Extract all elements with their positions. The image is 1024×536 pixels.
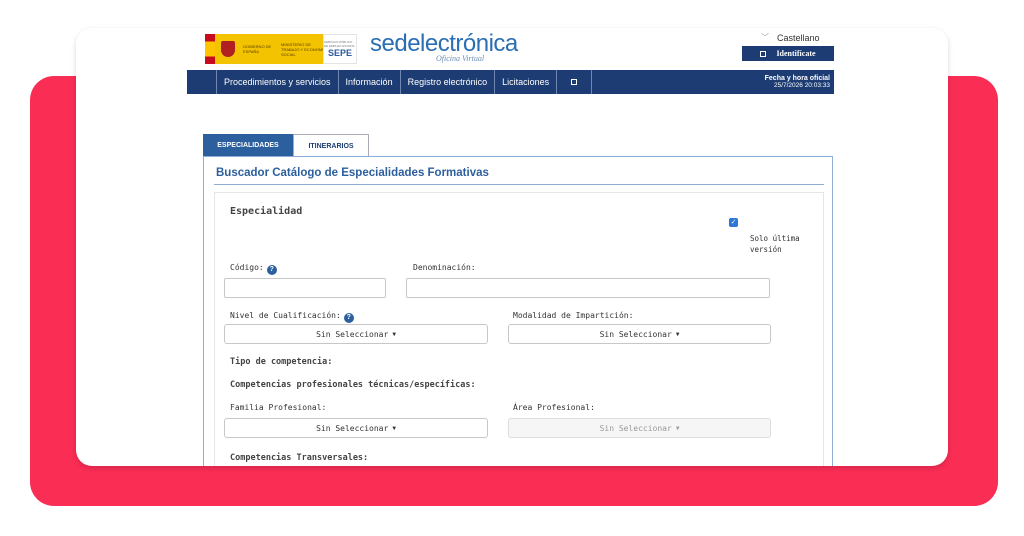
competencias-tecnicas-label: Competencias profesionales técnicas/espe…: [230, 380, 476, 390]
caret-down-icon: ▼: [392, 330, 396, 338]
select-value: Sin Seleccionar: [316, 423, 389, 433]
flag-icon: [205, 34, 215, 64]
codigo-label-text: Código:: [230, 263, 264, 272]
datetime-value: 25/7/2026 20:03:33: [773, 82, 830, 89]
square-icon: [571, 79, 578, 85]
nivel-select[interactable]: Sin Seleccionar ▼: [224, 324, 488, 344]
login-icon: [760, 50, 767, 57]
tab-bar: ESPECIALIDADES ITINERARIOS: [203, 134, 369, 157]
familia-label: Familia Profesional:: [230, 403, 327, 412]
area-select: Sin Seleccionar ▼: [508, 418, 771, 438]
section-heading: Especialidad: [230, 206, 303, 217]
denominacion-label: Denominación:: [413, 263, 476, 272]
browser-card: GOBIERNO DE ESPAÑA MINISTERIO DE TRABAJO…: [76, 28, 948, 466]
codigo-label: Código:?: [230, 263, 277, 275]
nav-licitaciones[interactable]: Licitaciones: [495, 70, 558, 94]
caret-down-icon: ▼: [675, 424, 680, 432]
navbar-left-gap: [187, 70, 217, 94]
select-value: Sin Seleccionar: [599, 329, 672, 339]
nav-registro[interactable]: Registro electrónico: [401, 70, 496, 94]
tipo-competencia-label: Tipo de competencia:: [230, 357, 333, 367]
stage: GOBIERNO DE ESPAÑA MINISTERIO DE TRABAJO…: [0, 0, 1024, 536]
official-datetime: Fecha y hora oficial 25/7/2026 20:03:33: [765, 70, 834, 94]
nivel-label: Nivel de Cualificación:?: [230, 311, 354, 323]
caret-down-icon: ▼: [392, 424, 396, 432]
help-icon[interactable]: ?: [266, 265, 277, 275]
nav-procedimientos[interactable]: Procedimientos y servicios: [217, 70, 339, 94]
sepe-label: SEPE: [327, 48, 352, 58]
solo-ultima-version-label: Solo última versión: [750, 234, 800, 254]
area-label: Área Profesional:: [513, 403, 595, 412]
select-value: Sin Seleccionar: [599, 423, 672, 433]
familia-select[interactable]: Sin Seleccionar ▼: [224, 418, 488, 438]
select-value: Sin Seleccionar: [316, 329, 389, 339]
chevron-down-icon: ﹀: [761, 33, 769, 42]
competencias-transversales-label: Competencias Transversales:: [230, 453, 369, 463]
identify-label: Identifícate: [776, 49, 816, 58]
sepe-logo[interactable]: SERVICIO PÚBLICO DE EMPLEO ESTATAL SEPE: [323, 34, 357, 64]
panel-title: Buscador Catálogo de Especialidades Form…: [216, 167, 489, 179]
nivel-label-text: Nivel de Cualificación:: [230, 311, 341, 320]
language-label: Castellano: [777, 32, 820, 43]
codigo-input[interactable]: [224, 278, 386, 298]
language-selector[interactable]: ﹀ Castellano: [761, 32, 820, 43]
caret-down-icon: ▼: [675, 330, 680, 338]
denominacion-input[interactable]: [406, 278, 770, 298]
help-icon[interactable]: ?: [343, 313, 354, 323]
divider: [214, 184, 824, 185]
coat-of-arms-icon: [221, 41, 235, 57]
tab-itinerarios[interactable]: ITINERARIOS: [293, 134, 369, 157]
site-subtitle: Oficina Virtual: [436, 54, 485, 63]
sepe-small-text: SERVICIO PÚBLICO DE EMPLEO ESTATAL: [324, 40, 356, 48]
identify-button[interactable]: Identifícate: [742, 46, 834, 61]
main-navbar: Procedimientos y servicios Información R…: [187, 70, 834, 94]
nav-informacion[interactable]: Información: [339, 70, 401, 94]
nav-menu-icon-item[interactable]: [557, 70, 593, 94]
modalidad-select[interactable]: Sin Seleccionar ▼: [508, 324, 771, 344]
ministry-text: MINISTERIO DE TRABAJO Y ECONOMÍA SOCIAL: [281, 41, 326, 57]
datetime-label: Fecha y hora oficial: [764, 75, 830, 82]
gov-text: GOBIERNO DE ESPAÑA: [243, 44, 272, 54]
modalidad-label: Modalidad de Impartición:: [513, 311, 634, 320]
solo-ultima-version-checkbox[interactable]: ✓: [729, 218, 738, 227]
tab-especialidades[interactable]: ESPECIALIDADES: [203, 134, 293, 157]
